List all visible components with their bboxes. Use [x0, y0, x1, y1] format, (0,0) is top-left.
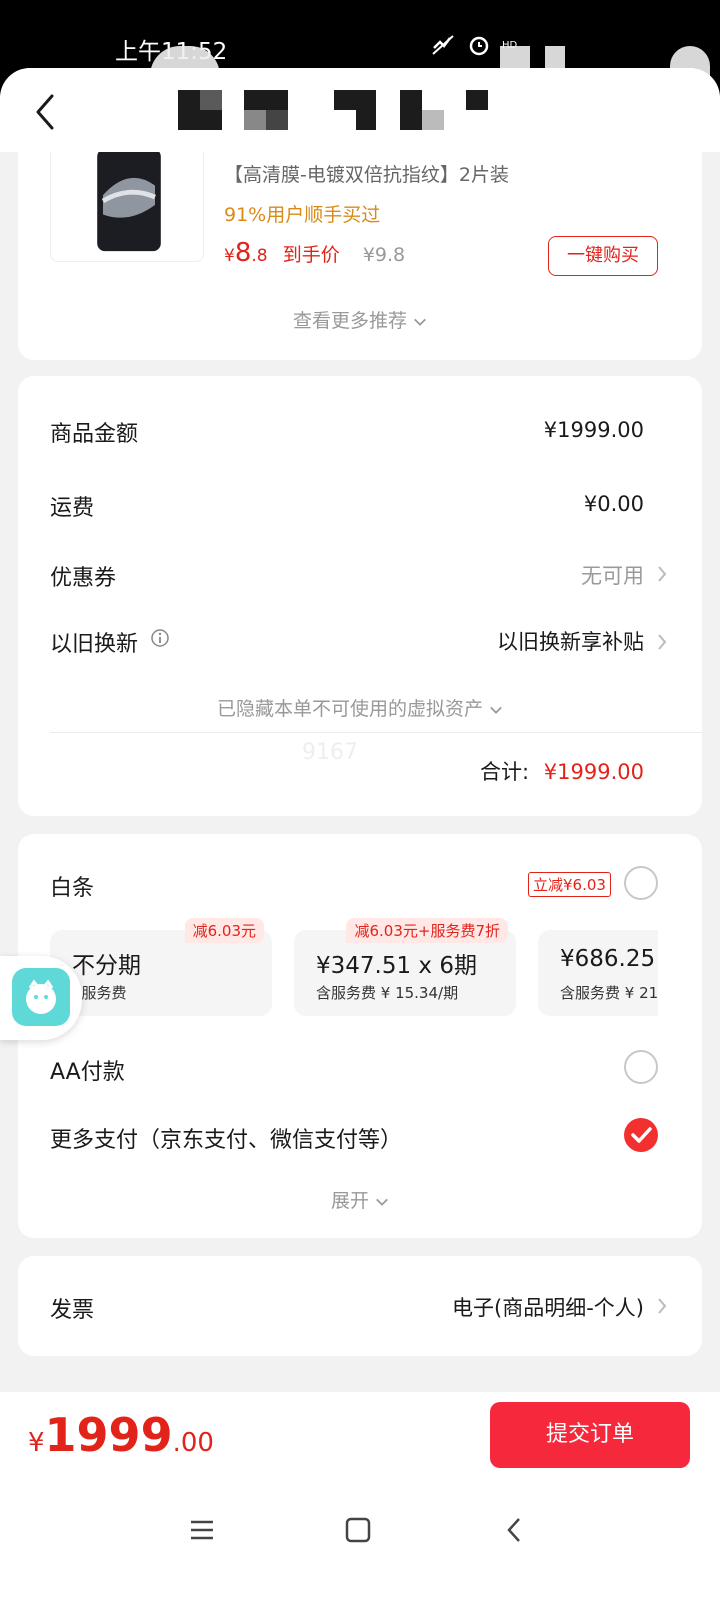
plan-sub: 含服务费 ¥ 21 [560, 984, 658, 1002]
price-dec: .8 [251, 246, 268, 266]
plan-sub: 含服务费 ¥ 15.34/期 [316, 984, 459, 1002]
chevron-right-icon [658, 634, 667, 650]
plan-option[interactable]: 减6.03元 不分期 0服务费 [50, 918, 272, 1016]
plan-main: ¥686.25 x [560, 946, 658, 972]
total-value: ¥1999.00 [543, 760, 644, 784]
pay-int: 1999 [44, 1408, 173, 1462]
assistant-icon [12, 968, 70, 1026]
back-nav-icon[interactable] [504, 1516, 524, 1544]
back-arrow-icon[interactable] [32, 92, 58, 132]
aa-label: AA付款 [50, 1060, 125, 1085]
info-icon[interactable] [150, 628, 170, 648]
chevron-right-icon [658, 566, 667, 582]
price-summary-card: 商品金额 ¥1999.00 运费 ¥0.00 优惠券 无可用 以旧换新 以旧换新… [18, 376, 702, 816]
chevron-down-icon [490, 706, 502, 714]
header [0, 68, 720, 152]
pay-amount: ¥1999.00 [28, 1408, 214, 1462]
total-label: 合计: [480, 760, 530, 784]
invoice-value: 电子(商品明细-个人) [452, 1296, 644, 1320]
plan-main: 不分期 [72, 953, 141, 979]
hidden-assets-label: 已隐藏本单不可使用的虚拟资产 [216, 698, 483, 720]
shipping-label: 运费 [50, 496, 95, 521]
invoice-label: 发票 [50, 1298, 95, 1323]
pay-dec: .00 [172, 1428, 214, 1458]
price-symbol: ¥ [224, 246, 235, 266]
tradein-label: 以旧换新 [50, 632, 139, 657]
watermark: 9167 [302, 740, 358, 765]
installment-plans: 减6.03元 不分期 0服务费 减6.03元+服务费7折 ¥347.51 x 6… [50, 834, 658, 1034]
chevron-down-icon [376, 1198, 388, 1206]
plan-main: ¥347.51 x 6期 [316, 953, 477, 979]
selected-check-icon[interactable] [624, 1118, 658, 1152]
price-label: 到手价 [282, 244, 340, 266]
chevron-down-icon [414, 318, 426, 326]
coupon-value: 无可用 [581, 564, 644, 588]
expand-label: 展开 [330, 1190, 369, 1212]
chevron-right-icon [658, 1298, 667, 1314]
pay-symbol: ¥ [28, 1428, 45, 1458]
home-nav-icon[interactable] [344, 1516, 372, 1544]
buyers-note: 91%用户顺手买过 [224, 204, 381, 226]
price-int: 8 [234, 238, 252, 268]
plan-option[interactable]: ¥686.25 x 含服务费 ¥ 21 [538, 930, 658, 1016]
mute-icon [432, 35, 454, 55]
payment-card: 白条 立减¥6.03 减6.03元 不分期 0服务费 减6.03元+服务费7折 … [18, 834, 702, 1238]
plan-tag: 减6.03元 [184, 918, 264, 943]
promo-price: ¥8.8 到手价 ¥9.8 [224, 238, 405, 268]
alarm-icon [469, 36, 489, 56]
original-price: ¥9.8 [362, 244, 406, 266]
goods-amount-value: ¥1999.00 [543, 418, 644, 442]
menu-nav-icon[interactable] [188, 1518, 216, 1542]
goods-amount-label: 商品金额 [50, 422, 139, 447]
aa-radio[interactable] [624, 1050, 658, 1084]
divider [50, 732, 702, 733]
expand-toggle[interactable]: 展开 [18, 1186, 702, 1213]
floating-assistant-button[interactable] [0, 956, 82, 1040]
hidden-assets-toggle[interactable]: 已隐藏本单不可使用的虚拟资产 [18, 694, 702, 721]
submit-order-button[interactable]: 提交订单 [490, 1402, 690, 1468]
coupon-label: 优惠券 [50, 566, 117, 591]
tradein-value: 以旧换新享补贴 [497, 630, 644, 654]
total-row: 合计: ¥1999.00 [480, 756, 644, 786]
more-recommend-label: 查看更多推荐 [292, 310, 407, 332]
product-thumbnail[interactable] [50, 136, 204, 262]
phone-film-image [97, 148, 161, 252]
plan-tag: 减6.03元+服务费7折 [346, 918, 508, 943]
invoice-card[interactable]: 发票 电子(商品明细-个人) [18, 1256, 702, 1356]
more-payment-label: 更多支付（京东支付、微信支付等） [50, 1128, 403, 1153]
more-recommend-link[interactable]: 查看更多推荐 [18, 306, 702, 333]
checkout-bar: ¥1999.00 提交订单 [0, 1392, 720, 1600]
one-click-buy-button[interactable]: 一键购买 [548, 236, 658, 276]
shipping-value: ¥0.00 [583, 492, 644, 516]
order-sheet: 【高清膜-电镀双倍抗指纹】2片装 91%用户顺手买过 ¥8.8 到手价 ¥9.8… [0, 68, 720, 1600]
plan-option[interactable]: 减6.03元+服务费7折 ¥347.51 x 6期 含服务费 ¥ 15.34/期 [294, 918, 516, 1016]
product-title[interactable]: 【高清膜-电镀双倍抗指纹】2片装 [224, 160, 509, 187]
